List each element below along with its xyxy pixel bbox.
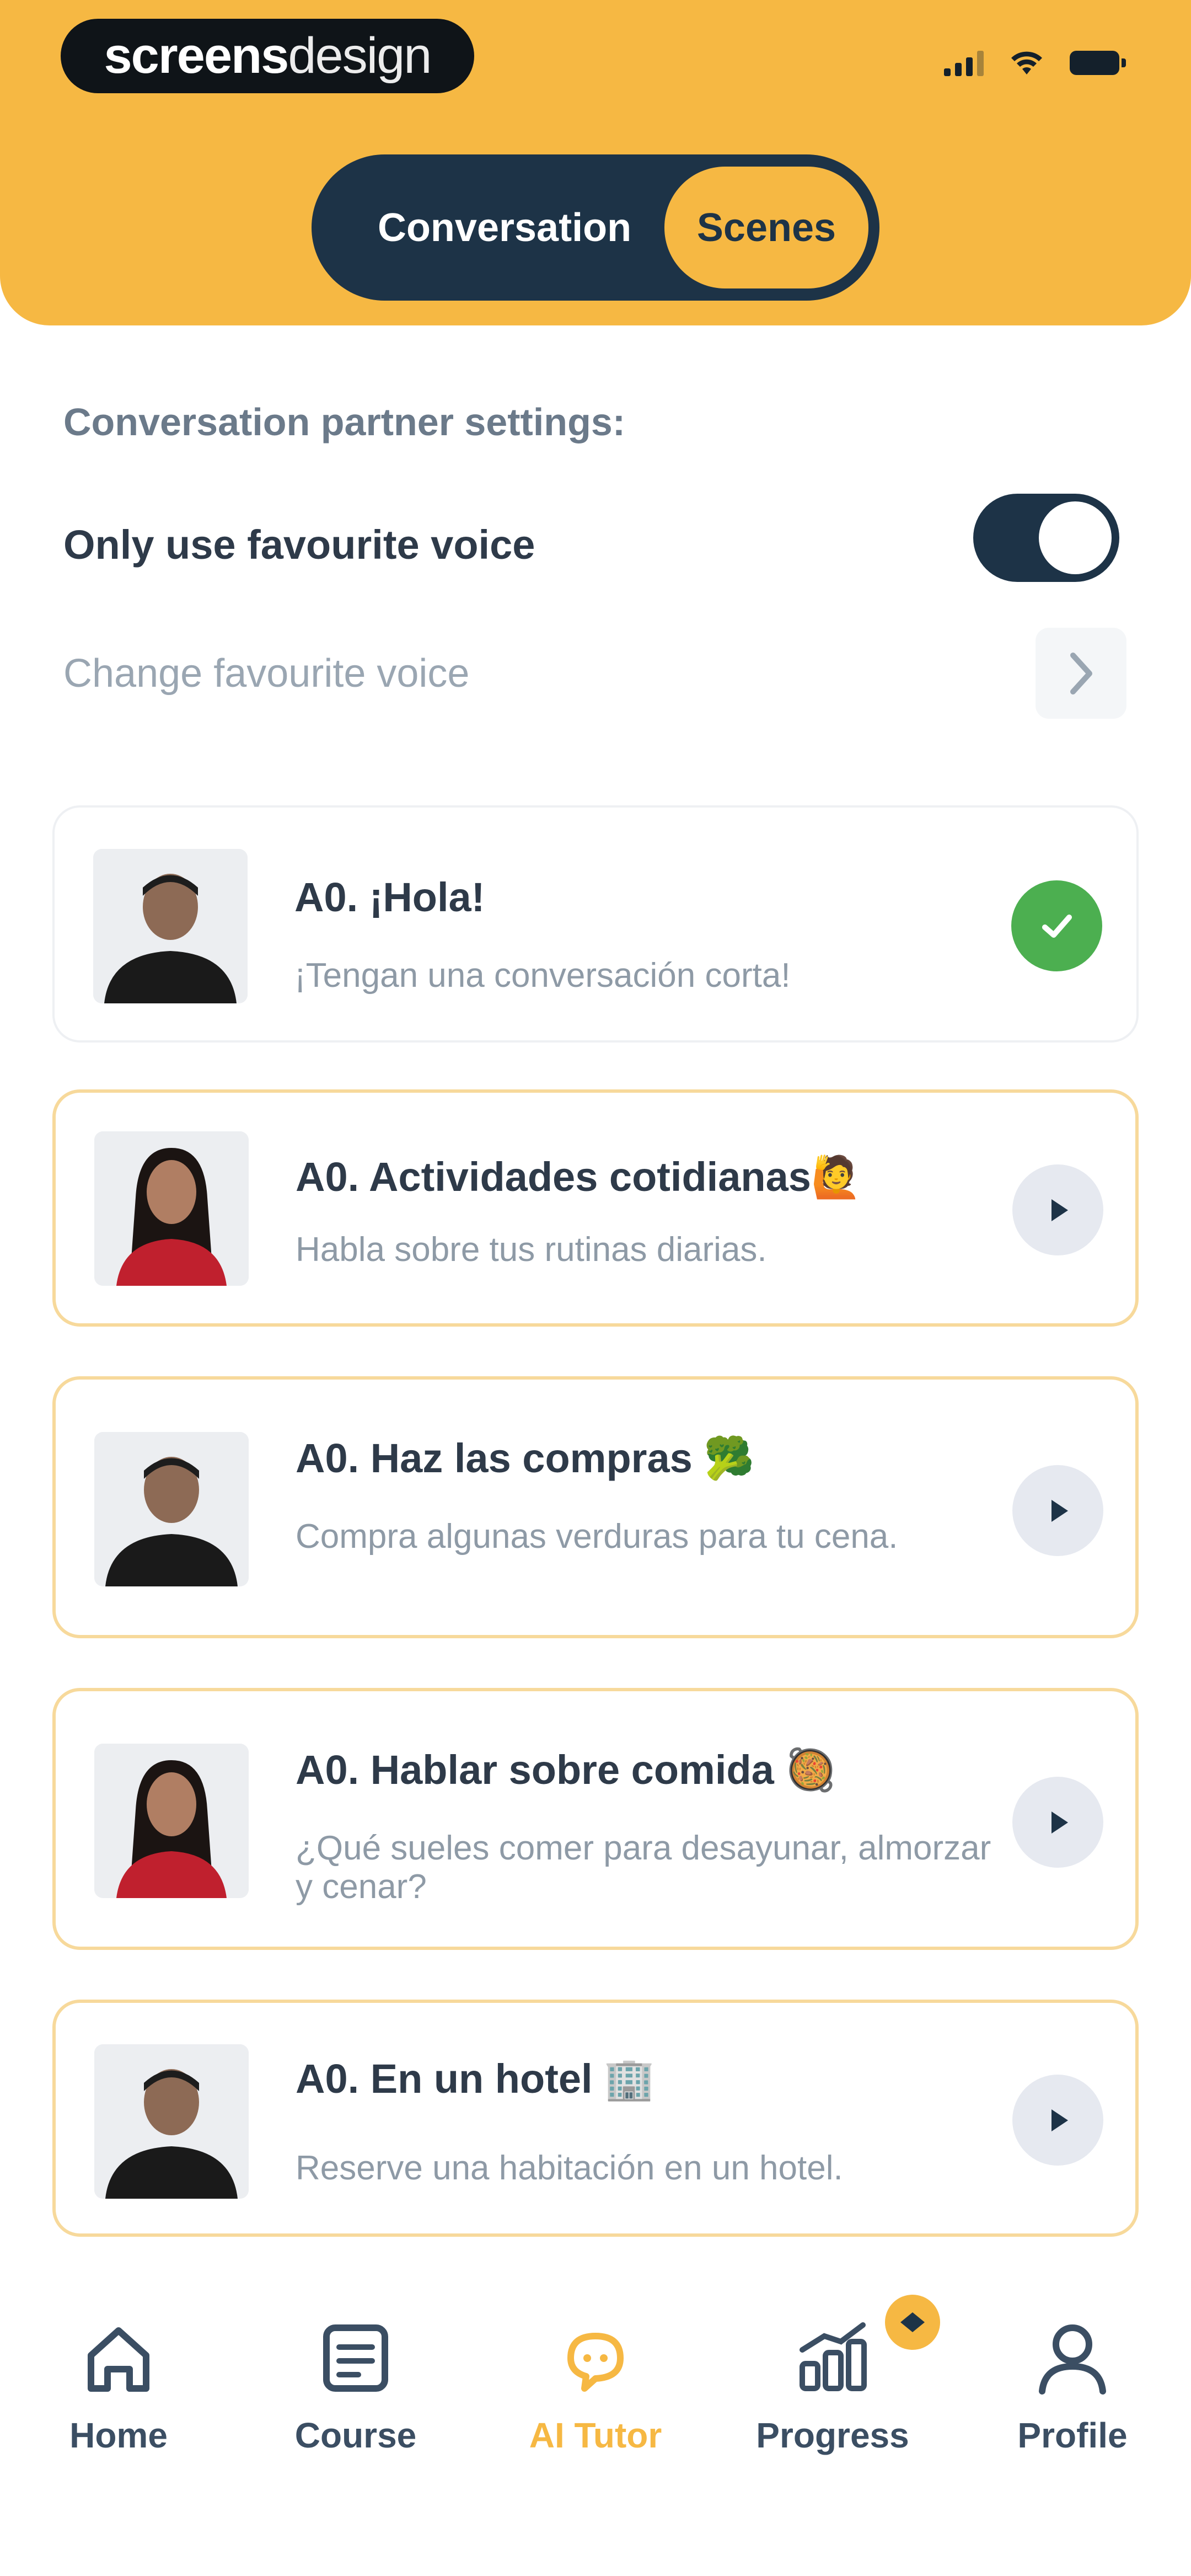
profile-icon <box>1039 2324 1106 2395</box>
tab-conversation[interactable]: Conversation <box>334 154 675 301</box>
avatar-male <box>94 2044 249 2199</box>
play-button[interactable] <box>1012 1777 1103 1868</box>
tab-scenes[interactable]: Scenes <box>664 167 868 288</box>
scene-subtitle: Habla sobre tus rutinas diarias. <box>296 1231 767 1269</box>
scene-title: A0. En un hotel 🏢 <box>296 2056 655 2102</box>
scene-subtitle: Compra algunas verduras para tu cena. <box>296 1517 898 1556</box>
nav-label: AI Tutor <box>529 2415 662 2455</box>
progress-icon <box>800 2322 867 2391</box>
play-icon <box>1051 2109 1068 2131</box>
nav-item-home[interactable]: Home <box>19 2317 218 2456</box>
avatar-female <box>94 1131 249 1286</box>
scene-card-comida[interactable]: A0. Hablar sobre comida 🥘 ¿Qué sueles co… <box>52 1688 1139 1950</box>
play-button[interactable] <box>1012 2075 1103 2166</box>
course-icon <box>323 2324 388 2392</box>
scene-subtitle: ¡Tengan una conversación corta! <box>294 956 791 995</box>
brand-logo: screens design <box>61 19 474 93</box>
scene-title: A0. ¡Hola! <box>294 874 485 920</box>
scene-subtitle: ¿Qué sueles comer para desayunar, almorz… <box>296 1829 991 1906</box>
brand-logo-bold: screens <box>104 28 289 84</box>
wifi-icon <box>1011 51 1042 74</box>
favourite-voice-toggle[interactable] <box>973 494 1119 582</box>
play-icon <box>1051 1199 1068 1221</box>
scene-card-hola[interactable]: A0. ¡Hola! ¡Tengan una conversación cort… <box>52 805 1139 1043</box>
nav-label: Progress <box>756 2415 909 2455</box>
scene-card-actividades[interactable]: A0. Actividades cotidianas🙋 Habla sobre … <box>52 1089 1139 1327</box>
nav-item-profile[interactable]: Profile <box>973 2317 1172 2456</box>
ai-tutor-icon <box>567 2333 624 2392</box>
nav-item-ai-tutor[interactable]: AI Tutor <box>496 2317 695 2456</box>
brand-logo-light: design <box>288 28 432 84</box>
bottom-navigation: Home Course AI Tutor Progress Profile <box>0 2273 1191 2576</box>
scene-title: A0. Actividades cotidianas🙋 <box>296 1154 862 1200</box>
battery-icon <box>1070 51 1126 75</box>
change-voice-button[interactable] <box>1036 628 1126 719</box>
header: screens design Conversation Scenes <box>0 0 1191 325</box>
nav-label: Home <box>69 2415 168 2455</box>
scene-title: A0. Hablar sobre comida 🥘 <box>296 1747 836 1793</box>
change-voice-label[interactable]: Change favourite voice <box>63 651 469 696</box>
play-icon <box>1051 1811 1068 1834</box>
chevron-right-icon <box>1070 652 1092 694</box>
favourite-voice-label: Only use favourite voice <box>63 522 535 568</box>
progress-badge-icon <box>885 2295 940 2350</box>
cellular-signal-icon <box>944 50 984 76</box>
mode-segmented-control: Conversation Scenes <box>312 154 879 301</box>
status-bar <box>944 50 1126 76</box>
nav-label: Course <box>294 2415 417 2455</box>
scene-title: A0. Haz las compras 🥦 <box>296 1435 755 1481</box>
avatar-male <box>93 849 248 1003</box>
avatar-female <box>94 1744 249 1898</box>
scene-subtitle: Reserve una habitación en un hotel. <box>296 2149 843 2187</box>
play-icon <box>1051 1499 1068 1522</box>
toggle-knob <box>1039 501 1112 574</box>
home-icon <box>88 2327 149 2392</box>
settings-title: Conversation partner settings: <box>63 400 626 443</box>
play-button[interactable] <box>1012 1164 1103 1255</box>
nav-item-course[interactable]: Course <box>256 2317 455 2456</box>
avatar-male <box>94 1432 249 1586</box>
scene-card-compras[interactable]: A0. Haz las compras 🥦 Compra algunas ver… <box>52 1376 1139 1638</box>
play-button[interactable] <box>1012 1465 1103 1556</box>
completed-check-icon <box>1011 880 1102 971</box>
scene-card-hotel[interactable]: A0. En un hotel 🏢 Reserve una habitación… <box>52 2000 1139 2237</box>
nav-label: Profile <box>1017 2415 1128 2455</box>
